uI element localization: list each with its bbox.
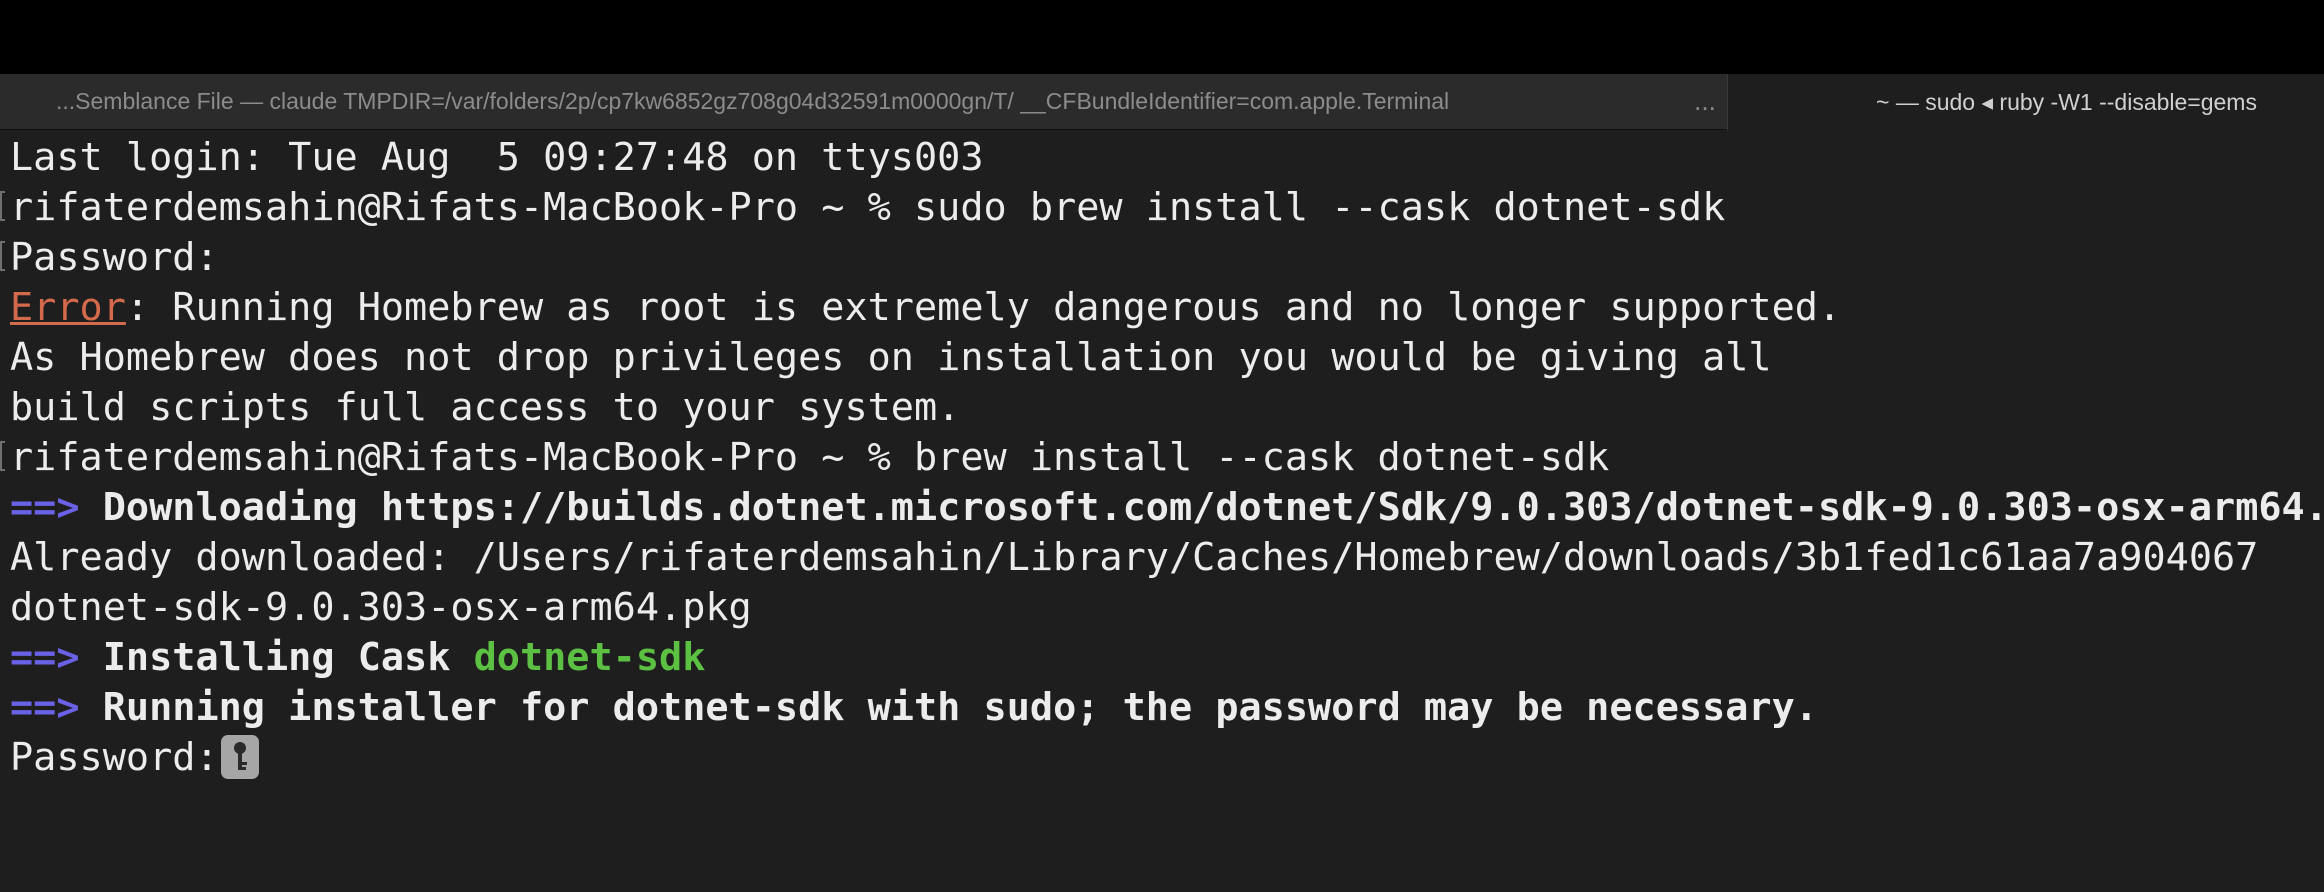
arrow-marker: ==> <box>10 635 80 680</box>
terminal-line-warning-1: As Homebrew does not drop privileges on … <box>10 335 1772 380</box>
installing-cask-text: Installing Cask <box>79 635 474 680</box>
downloading-text: Downloading https://builds.dotnet.micros… <box>79 485 2324 530</box>
terminal-line-cmd1: rifaterdemsahin@Rifats-MacBook-Pro ~ % s… <box>10 185 1726 230</box>
terminal-line-error: Error: Running Homebrew as root is extre… <box>10 283 1841 333</box>
password-prompt: Password: <box>10 735 219 780</box>
terminal-line-last-login: Last login: Tue Aug 5 09:27:48 on ttys00… <box>10 135 984 180</box>
running-installer-text: Running installer for dotnet-sdk with su… <box>79 685 1818 730</box>
terminal-line-warning-2: build scripts full access to your system… <box>10 385 961 430</box>
tab-overflow-button[interactable]: ... <box>1688 74 1722 129</box>
error-label: Error <box>10 285 126 330</box>
error-message: : Running Homebrew as root is extremely … <box>125 285 1842 330</box>
key-icon <box>220 734 259 779</box>
tab-semblance[interactable]: ...Semblance File — claude TMPDIR=/var/f… <box>0 74 1726 129</box>
tab-semblance-title: ...Semblance File — claude TMPDIR=/var/f… <box>56 88 1450 114</box>
terminal-output[interactable]: Last login: Tue Aug 5 09:27:48 on ttys00… <box>0 130 2324 892</box>
terminal-line-password1: Password: <box>10 235 219 280</box>
tab-active-title: ~ — sudo ◂ ruby -W1 --disable=gems <box>1876 88 2257 115</box>
terminal-line-downloading: ==> Downloading https://builds.dotnet.mi… <box>10 483 2324 533</box>
tab-active-sudo[interactable]: ~ — sudo ◂ ruby -W1 --disable=gems <box>1727 74 2324 130</box>
prompt-mark <box>0 191 5 221</box>
cask-name: dotnet-sdk <box>473 635 706 680</box>
terminal-line-cmd2: rifaterdemsahin@Rifats-MacBook-Pro ~ % b… <box>10 435 1610 480</box>
tab-bar: ...Semblance File — claude TMPDIR=/var/f… <box>0 74 2324 130</box>
window-top-bar <box>0 0 2324 74</box>
prompt-mark <box>0 441 5 471</box>
arrow-marker: ==> <box>10 685 80 730</box>
arrow-marker: ==> <box>10 485 80 530</box>
terminal-line-password2: Password: <box>10 733 259 783</box>
terminal-line-installing-cask: ==> Installing Cask dotnet-sdk <box>10 633 705 683</box>
terminal-line-running-installer: ==> Running installer for dotnet-sdk wit… <box>10 683 1818 733</box>
prompt-mark <box>0 241 5 271</box>
terminal-line-pkg-name: dotnet-sdk-9.0.303-osx-arm64.pkg <box>10 585 752 630</box>
terminal-line-already-downloaded: Already downloaded: /Users/rifaterdemsah… <box>10 535 2259 580</box>
